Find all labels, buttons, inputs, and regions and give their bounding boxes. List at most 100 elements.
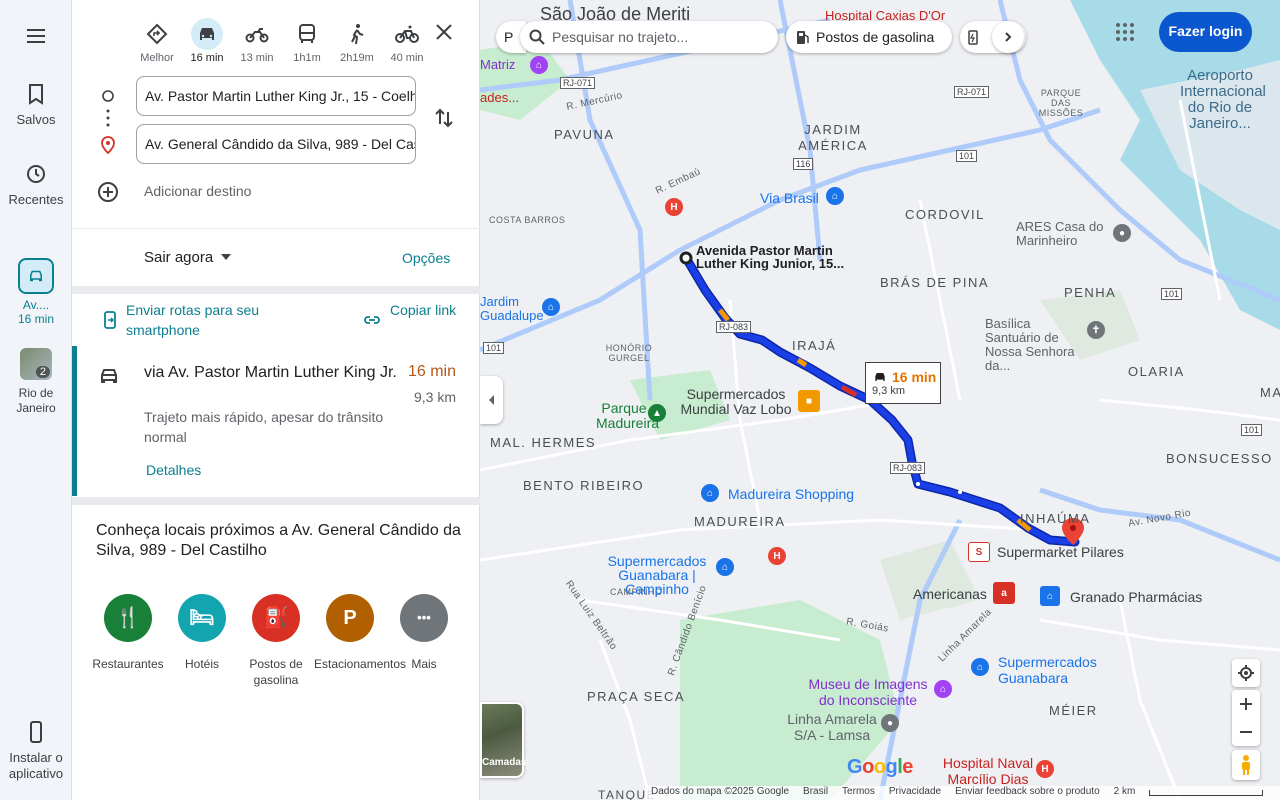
origin-input[interactable]: Av. Pastor Martin Luther King Jr., 15 - … [136,76,416,116]
hospital-pin-icon[interactable]: H [665,198,683,216]
nearby-category-gas-station[interactable]: ⛽ Postos de gasolina [236,594,316,688]
region-link[interactable]: Brasil [803,786,828,800]
search-icon [529,29,545,45]
swap-button[interactable] [432,106,456,130]
label-bento-ribeiro: BENTO RIBEIRO [523,478,645,493]
nearby-category-restaurant[interactable]: 🍴 Restaurantes [88,594,168,672]
travel-mode-bus[interactable]: 1h1m [282,18,332,64]
privacy-link[interactable]: Privacidade [889,786,941,800]
shopping-pin-icon[interactable]: ⌂ [530,56,548,74]
poi-ades[interactable]: ades... [480,90,519,105]
landmark-pin-icon[interactable]: ● [881,714,899,732]
chevron-left-icon [488,395,494,405]
shopping-pin-icon[interactable]: ⌂ [542,298,560,316]
close-directions-button[interactable] [432,20,456,44]
travel-mode-label: 2h19m [340,52,374,64]
poi-americanas[interactable]: Americanas [913,586,987,602]
install-app-button[interactable]: Instalar o aplicativo [0,720,72,782]
hospital-pin-icon[interactable]: H [768,547,786,565]
poi-hospital-naval[interactable]: Hospital Naval Marcílio Dias [938,755,1038,787]
poi-parque-madureira[interactable]: Parque Madureira [596,401,659,431]
section-divider [72,497,480,505]
label-parque-das-missoes: PARQUE DAS MISSÕES [1038,88,1084,118]
destination-input[interactable]: Av. General Cândido da Silva, 989 - Del … [136,124,416,164]
my-location-button[interactable] [1232,659,1260,687]
poi-supermarket-pilares[interactable]: Supermarket Pilares [997,544,1124,560]
poi-granado[interactable]: Granado Pharmácias [1070,589,1202,605]
travel-mode-car[interactable]: 16 min [182,18,232,64]
poi-supermercados-mundial[interactable]: Supermercados Mundial Vaz Lobo [680,387,792,417]
nearby-category-parking[interactable]: P Estacionamentos [310,594,406,672]
recent-route-item[interactable]: Av.... 16 min [0,258,72,326]
cart-pin-icon[interactable]: ⌂ [716,558,734,576]
chips-next-button[interactable] [992,21,1024,53]
route-item-time: 16 min [17,312,55,326]
route-dots-icon [106,109,110,127]
poi-museu[interactable]: Museu de Imagens do Inconsciente [808,676,928,708]
label-meier: MÉIER [1049,703,1098,718]
poi-guanabara[interactable]: Supermercados Guanabara [998,654,1098,686]
zoom-out-button[interactable] [1239,718,1253,746]
poi-linha-amarela[interactable]: Linha Amarela S/A - Lamsa [783,711,881,743]
hamburger-icon [27,29,45,43]
nearby-category-more[interactable]: ••• Mais [384,594,464,672]
poi-matriz[interactable]: Matriz [480,57,515,72]
poi-madureira-shopping[interactable]: Madureira Shopping [728,486,854,502]
recent-place-item[interactable]: 2 Rio de Janeiro [0,348,72,416]
travel-mode-bike[interactable]: 40 min [382,18,432,64]
collapse-panel-button[interactable] [480,376,503,424]
label-olaria: OLARIA [1128,364,1185,379]
label-bonsucesso: BONSUCESSO [1166,451,1273,466]
poi-ares[interactable]: ARES Casa do Marinheiro [1016,220,1106,248]
terms-link[interactable]: Termos [842,786,875,800]
travel-mode-walk[interactable]: 2h19m [332,18,382,64]
walk-icon [341,18,373,50]
label-jardim-america: JARDIM AMÉRICA [798,122,868,153]
recent-button[interactable]: Recentes [0,162,72,207]
login-button[interactable]: Fazer login [1159,12,1252,52]
options-button[interactable]: Opções [402,250,450,266]
route-time-callout[interactable]: 16 min 9,3 km [865,362,941,404]
landmark-pin-icon[interactable]: ● [1113,224,1131,242]
church-pin-icon[interactable]: ✝ [1087,321,1105,339]
route-distance: 9,3 km [413,389,456,405]
park-pin-icon[interactable]: ▲ [648,404,666,422]
gas-pump-icon [797,31,809,44]
travel-mode-label: 16 min [190,52,224,64]
apps-button[interactable] [1115,22,1135,42]
gas-stations-chip[interactable]: Postos de gasolina [786,21,952,53]
poi-basilica[interactable]: Basílica Santuário de Nossa Senhora da..… [985,317,1087,373]
supermarket-logo-icon[interactable]: S [968,542,990,562]
nearby-category-hotel[interactable]: 🛏 Hotéis [162,594,242,672]
shopping-pin-icon[interactable]: ⌂ [826,187,844,205]
scale-label[interactable]: 2 km [1114,786,1136,800]
zoom-in-button[interactable] [1239,690,1253,718]
shopping-pin-icon[interactable]: ⌂ [701,484,719,502]
americanas-logo-icon[interactable]: a [993,582,1015,604]
search-along-route-input[interactable]: Pesquisar no trajeto... [520,21,778,53]
send-to-phone-button[interactable]: Enviar rotas para seu smartphone [126,300,326,340]
label-iraja: IRAJÁ [792,338,837,353]
layers-button[interactable]: Camadas [480,702,526,778]
poi-via-brasil[interactable]: Via Brasil [760,190,819,206]
feedback-link[interactable]: Enviar feedback sobre o produto [955,786,1100,800]
travel-mode-label: 1h1m [293,52,321,64]
saved-button[interactable]: Salvos [0,82,72,127]
museum-pin-icon[interactable]: ⌂ [934,680,952,698]
bike-icon [391,18,423,50]
hotel-icon: 🛏 [178,594,226,642]
route-details-button[interactable]: Detalhes [146,462,201,478]
menu-button[interactable] [24,24,48,48]
pharmacy-pin-icon[interactable]: ⌂ [1040,586,1060,606]
store-pin-icon[interactable]: ■ [798,390,820,412]
travel-mode-label: 40 min [390,52,424,64]
hospital-pin-icon[interactable]: H [1036,760,1054,778]
cart-pin-icon[interactable]: ⌂ [971,658,989,676]
street-view-pegman[interactable] [1232,750,1260,780]
travel-mode-motorcycle[interactable]: 13 min [232,18,282,64]
travel-mode-diamond-route[interactable]: Melhor [132,18,182,64]
map-canvas[interactable]: PAVUNA JARDIM AMÉRICA CORDOVIL BRÁS DE P… [480,0,1280,800]
shield-116: 116 [793,158,814,170]
copy-link-button[interactable]: Copiar link [390,300,490,320]
poi-jardim-guadalupe[interactable]: Jardim Guadalupe [480,295,544,323]
